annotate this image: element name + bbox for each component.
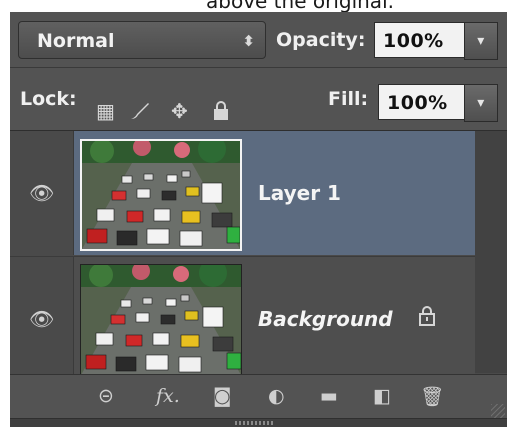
grip-dots-icon: [235, 421, 275, 425]
fill-label: Fill:: [328, 88, 369, 110]
lock-fill-row: Lock: Fill: 100% ▾: [10, 68, 507, 131]
layer-name: Background: [258, 307, 393, 331]
padlock-icon: [214, 101, 228, 120]
link-layers-icon[interactable]: ⊝: [98, 385, 114, 407]
layer-1-thumbnail: [80, 139, 242, 251]
layers-bottom-toolbar: ⊝ fx. ◙ ◐ ▬ ◧ 🗑: [10, 374, 507, 420]
trash-icon[interactable]: 🗑: [420, 385, 444, 408]
updown-arrows-icon: ⬍: [242, 32, 255, 50]
fill-value: 100%: [387, 92, 448, 114]
fill-dropdown-icon[interactable]: ▾: [464, 84, 498, 122]
add-mask-icon[interactable]: ◙: [213, 385, 231, 407]
fx-icon[interactable]: fx.: [156, 385, 180, 407]
opacity-dropdown-icon[interactable]: ▾: [464, 22, 498, 60]
lock-label: Lock:: [20, 88, 77, 110]
eye-icon[interactable]: 👁: [29, 307, 54, 331]
lock-position-icon[interactable]: ✥: [171, 100, 188, 122]
opacity-value: 100%: [383, 30, 444, 52]
caption-text: above the original.: [206, 0, 394, 13]
fx-label: fx: [156, 385, 174, 407]
opacity-label: Opacity:: [276, 29, 366, 51]
new-layer-icon[interactable]: ◧: [373, 385, 391, 407]
brush-icon: [131, 103, 149, 119]
panel-resize-grip[interactable]: [10, 418, 507, 427]
background-thumbnail: [80, 264, 242, 376]
adjustment-layer-icon[interactable]: ◐: [268, 385, 285, 407]
layers-panel: Normal ⬍ Opacity: 100% ▾ Lock: Fill: 100…: [10, 12, 507, 427]
eye-icon[interactable]: 👁: [29, 181, 54, 205]
visibility-column: 👁: [10, 131, 74, 255]
layer-name: Layer 1: [258, 181, 341, 205]
opacity-input[interactable]: 100% ▾: [374, 22, 498, 60]
blend-mode-value: Normal: [37, 30, 115, 52]
lock-image-pixels-icon[interactable]: [128, 100, 152, 126]
traffic-photo-thumbnail: [81, 265, 241, 375]
visibility-column: 👁: [10, 257, 74, 381]
lock-all-icon[interactable]: [212, 100, 230, 126]
new-group-folder-icon[interactable]: ▬: [320, 385, 338, 407]
fill-input[interactable]: 100% ▾: [378, 84, 498, 122]
layer-lock-icon: [418, 305, 436, 331]
blend-mode-select[interactable]: Normal ⬍: [18, 21, 266, 59]
padlock-icon: [419, 306, 435, 326]
lock-transparent-pixels-icon[interactable]: ▦: [96, 100, 115, 122]
layers-scrollbar[interactable]: [475, 131, 507, 373]
resize-corner-icon[interactable]: [491, 404, 505, 418]
traffic-photo-thumbnail: [82, 141, 240, 249]
blend-opacity-row: Normal ⬍ Opacity: 100% ▾: [10, 12, 507, 68]
